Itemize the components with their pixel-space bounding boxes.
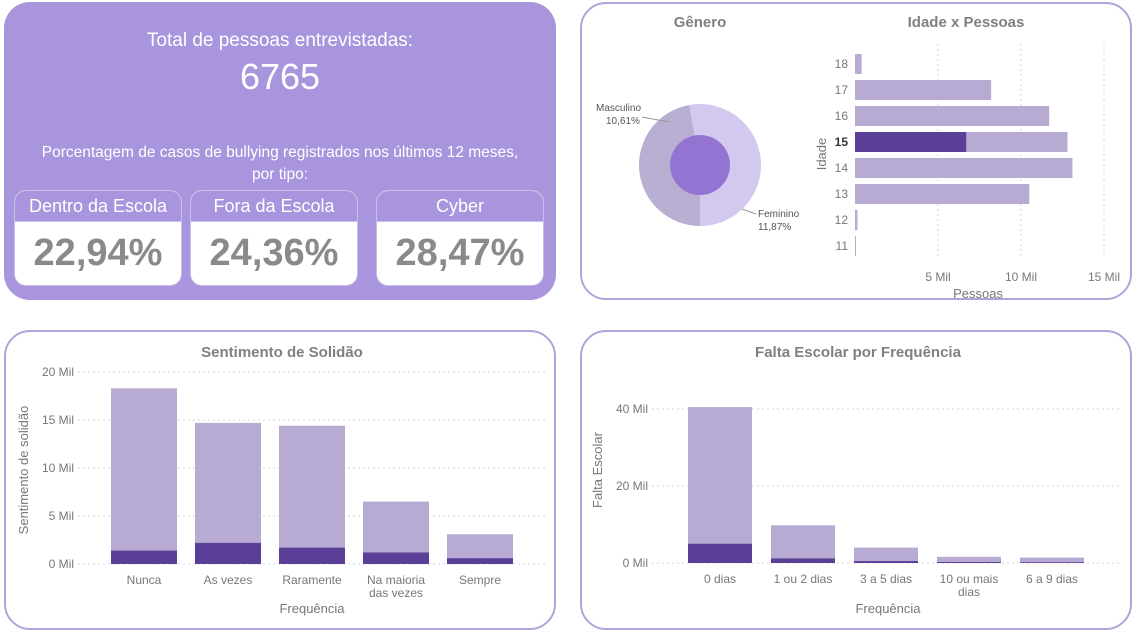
solidao-bar-dark[interactable] <box>363 552 429 564</box>
falta-bar-dark[interactable] <box>771 558 835 563</box>
tile-value: 24,36% <box>209 232 339 274</box>
solidao-bar-dark[interactable] <box>447 558 513 564</box>
solidao-xtick: Sempre <box>459 573 501 587</box>
kpi-subtitle: Porcentagem de casos de bullying registr… <box>24 142 536 186</box>
falta-bar-dark[interactable] <box>1020 562 1084 563</box>
kpi-title: Total de pessoas entrevistadas: <box>146 30 414 51</box>
solidao-card: Sentimento de Solidão 0 Mil 5 Mil 10 Mil 15… <box>4 330 556 630</box>
solidao-ytick: 0 Mil <box>49 557 74 571</box>
hbar-xtick: 10 Mil <box>1005 270 1037 284</box>
pie-label-masculino: Masculino <box>596 103 641 114</box>
solidao-ytick: 5 Mil <box>49 509 74 523</box>
solidao-xtick: das vezes <box>369 586 423 600</box>
hbar-ytick: 18 <box>835 57 849 71</box>
pie-leader-feminino <box>741 208 757 215</box>
falta-ytick: 20 Mil <box>616 479 648 493</box>
solidao-xtick: Raramente <box>282 573 342 587</box>
falta-xtick: 6 a 9 dias <box>1026 572 1078 586</box>
solidao-ytick: 10 Mil <box>42 461 74 475</box>
tile-value: 22,94% <box>33 232 163 274</box>
solidao-xtick: Nunca <box>127 573 162 587</box>
falta-bar-dark[interactable] <box>937 562 1001 563</box>
genero-idade-svg: Gênero Masculino 10,61% Feminino 11,87% … <box>596 14 1120 301</box>
solidao-bar-dark[interactable] <box>195 542 261 564</box>
solidao-xtick: As vezes <box>204 573 253 587</box>
genero-idade-card: Gênero Masculino 10,61% Feminino 11,87% … <box>580 2 1132 301</box>
hbar-xlabel: Pessoas <box>953 286 1003 298</box>
falta-title: Falta Escolar por Frequência <box>755 344 962 361</box>
hbar-ytick: 14 <box>835 161 849 175</box>
hbar-ytick: 15 <box>835 135 849 149</box>
falta-bar-dark[interactable] <box>688 543 752 563</box>
falta-ytick: 0 Mil <box>623 556 648 570</box>
tile-fora-escola[interactable]: Fora da Escola 24,36% <box>190 190 358 286</box>
solidao-ytick: 15 Mil <box>42 413 74 427</box>
pie-inner-circle <box>670 135 730 195</box>
hbar-ylabel: Idade <box>814 138 829 171</box>
falta-bar-dark[interactable] <box>854 561 918 563</box>
tile-value: 28,47% <box>395 232 525 274</box>
hbar-ytick: 17 <box>835 83 849 97</box>
hbar-bar[interactable] <box>855 210 858 230</box>
hbar-ytick: 16 <box>835 109 849 123</box>
hbar-title: Idade x Pessoas <box>908 14 1025 31</box>
falta-bar[interactable] <box>854 547 918 563</box>
falta-bar[interactable] <box>1020 557 1084 563</box>
falta-xlabel: Frequência <box>855 601 921 616</box>
falta-bar[interactable] <box>688 407 752 563</box>
pie-title: Gênero <box>674 14 727 31</box>
idade-bar-chart: 5 Mil 10 Mil 15 Mil 18 17 16 15 14 13 12 11 <box>835 44 1120 284</box>
kpi-subtitle-line2: por tipo: <box>251 166 308 183</box>
hbar-bar[interactable] <box>855 106 1050 126</box>
falta-bar-chart: 0 Mil 20 Mil 40 Mil 0 dias 1 ou 2 dias 3 a 5 … <box>616 402 1122 599</box>
falta-ytick: 40 Mil <box>616 402 648 416</box>
tile-label: Fora da Escola <box>191 191 357 222</box>
tile-label: Cyber <box>377 191 543 222</box>
falta-card: Falta Escolar por Frequência 0 Mil 20 Mil… <box>580 330 1132 630</box>
solidao-bar-chart: 0 Mil 5 Mil 10 Mil 15 Mil 20 Mil Nunca As veze… <box>42 365 546 600</box>
hbar-ytick: 11 <box>836 239 849 253</box>
pie-value-masculino: 10,61% <box>606 116 640 127</box>
hbar-ytick: 12 <box>835 213 849 227</box>
solidao-svg: Sentimento de Solidão 0 Mil 5 Mil 10 Mil 15… <box>16 344 546 616</box>
solidao-ylabel: Sentimento de solidão <box>16 406 31 535</box>
falta-svg: Falta Escolar por Frequência 0 Mil 20 Mil… <box>590 344 1122 616</box>
hbar-bar[interactable] <box>855 80 992 100</box>
falta-xtick: 3 a 5 dias <box>860 572 912 586</box>
pie-value-feminino: 11,87% <box>758 222 791 233</box>
pie-chart: Masculino 10,61% Feminino 11,87% <box>596 103 800 233</box>
hbar-bar-highlight[interactable] <box>855 132 967 152</box>
solidao-xtick: Na maioria <box>367 573 425 587</box>
pie-label-feminino: Feminino <box>758 209 800 220</box>
hbar-bar[interactable] <box>855 236 856 256</box>
solidao-xlabel: Frequência <box>279 601 345 616</box>
solidao-bar[interactable] <box>279 425 345 564</box>
solidao-bar-dark[interactable] <box>279 547 345 564</box>
hbar-xtick: 5 Mil <box>925 270 950 284</box>
solidao-bar[interactable] <box>111 388 177 564</box>
hbar-bar[interactable] <box>855 158 1073 178</box>
hbar-bar[interactable] <box>855 184 1030 204</box>
solidao-title: Sentimento de Solidão <box>201 344 363 361</box>
tile-label: Dentro da Escola <box>15 191 181 222</box>
kpi-subtitle-line1: Porcentagem de casos de bullying registr… <box>41 144 519 161</box>
tile-dentro-escola[interactable]: Dentro da Escola 22,94% <box>14 190 182 286</box>
falta-xtick: 1 ou 2 dias <box>774 572 833 586</box>
falta-xtick: 10 ou mais <box>940 572 999 586</box>
tile-cyber[interactable]: Cyber 28,47% <box>376 190 544 286</box>
falta-xtick: dias <box>958 585 980 599</box>
solidao-bar[interactable] <box>195 422 261 564</box>
falta-ylabel: Falta Escolar <box>590 431 605 508</box>
kpi-total: 6765 <box>239 56 321 97</box>
kpi-panel: Total de pessoas entrevistadas: 6765 Por… <box>4 2 556 300</box>
hbar-xtick: 15 Mil <box>1088 270 1120 284</box>
solidao-bar-dark[interactable] <box>111 550 177 564</box>
solidao-ytick: 20 Mil <box>42 365 74 379</box>
falta-bar[interactable] <box>771 525 835 563</box>
falta-xtick: 0 dias <box>704 572 736 586</box>
hbar-bar[interactable] <box>855 54 862 74</box>
hbar-ytick: 13 <box>835 187 849 201</box>
